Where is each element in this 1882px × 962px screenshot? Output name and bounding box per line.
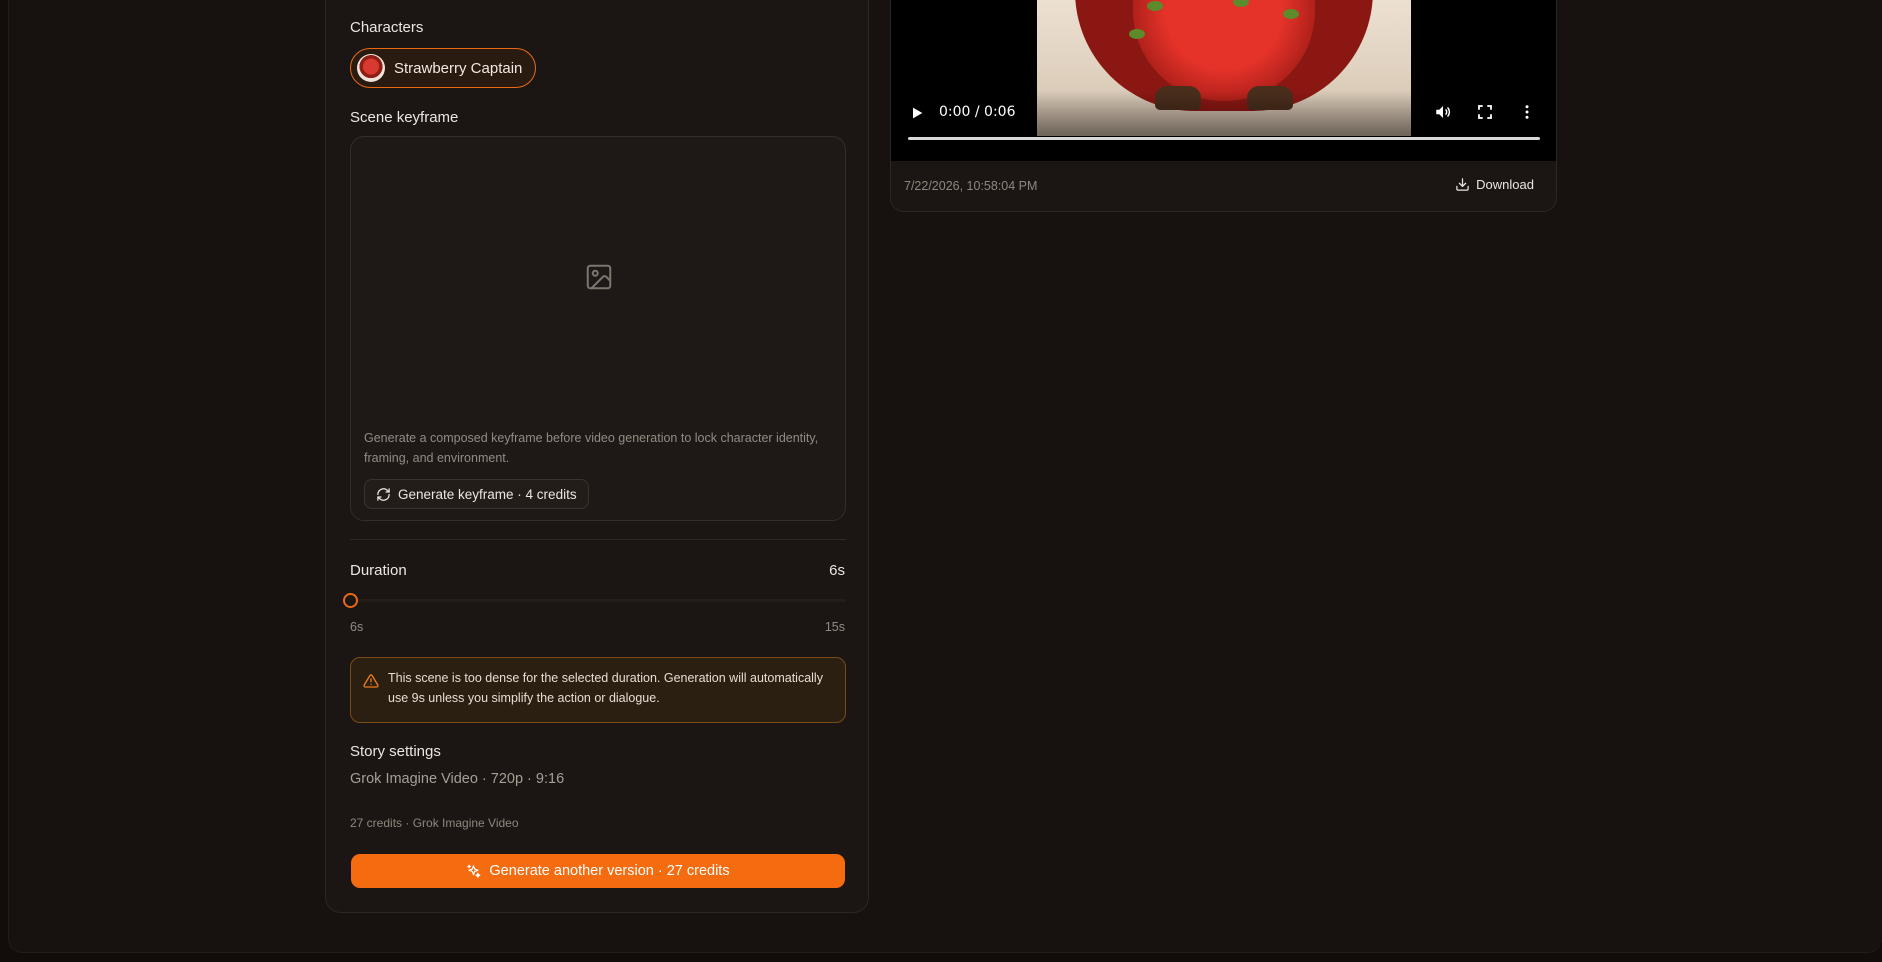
generate-keyframe-button[interactable]: Generate keyframe · 4 credits: [364, 479, 589, 509]
character-chip-label: Strawberry Captain: [394, 59, 523, 77]
keyframe-placeholder: Generate a composed keyframe before vide…: [350, 136, 846, 521]
warning-text: This scene is too dense for the selected…: [388, 671, 823, 705]
fullscreen-icon[interactable]: [1476, 103, 1494, 121]
thumbnail-leaf: [1283, 9, 1299, 19]
duration-max-label: 15s: [824, 620, 845, 634]
thumbnail-leaf: [1129, 29, 1145, 39]
scene-keyframe-label: Scene keyframe: [350, 109, 459, 126]
video-timestamp: 7/22/2026, 10:58:04 PM: [904, 179, 1038, 193]
video-result-card: 0:00 / 0:06 7/22/2026, 10:58:04 PM Downl…: [890, 0, 1557, 212]
sparkles-icon: [467, 864, 481, 878]
video-controls-overlay: [891, 91, 1556, 161]
video-progress-bar[interactable]: [908, 137, 1540, 140]
generate-keyframe-label: Generate keyframe · 4 credits: [398, 486, 577, 502]
play-icon[interactable]: [909, 105, 925, 121]
character-avatar: [357, 54, 385, 82]
duration-slider-track[interactable]: [350, 599, 846, 602]
download-icon: [1456, 178, 1469, 191]
duration-warning: This scene is too dense for the selected…: [350, 657, 846, 723]
video-player[interactable]: 0:00 / 0:06: [891, 0, 1556, 161]
section-divider: [350, 539, 846, 540]
thumbnail-leaf: [1147, 1, 1163, 11]
video-time: 0:00 / 0:06: [939, 104, 1016, 120]
image-icon: [586, 264, 612, 290]
generate-another-version-button[interactable]: Generate another version · 27 credits: [351, 854, 845, 888]
story-settings-summary: Grok Imagine Video · 720p · 9:16: [350, 771, 565, 787]
scene-editor-panel: Characters Strawberry Captain Scene keyf…: [325, 0, 869, 913]
duration-slider-thumb[interactable]: [343, 593, 358, 608]
keyframe-help-text: Generate a composed keyframe before vide…: [364, 431, 819, 465]
refresh-icon: [377, 487, 390, 501]
warning-icon: [363, 674, 379, 688]
story-settings-label: Story settings: [350, 743, 441, 760]
duration-label: Duration: [350, 562, 407, 579]
duration-value: 6s: [829, 562, 845, 579]
character-chip-strawberry-captain[interactable]: Strawberry Captain: [350, 48, 537, 88]
cost-summary: 27 credits · Grok Imagine Video: [350, 816, 519, 830]
more-vertical-icon[interactable]: [1518, 103, 1536, 121]
duration-min-label: 6s: [350, 620, 364, 634]
characters-label: Characters: [350, 19, 424, 36]
download-button[interactable]: Download: [1455, 177, 1534, 192]
volume-icon[interactable]: [1434, 103, 1452, 121]
generate-another-version-label: Generate another version · 27 credits: [489, 863, 730, 879]
download-label: Download: [1476, 177, 1534, 192]
